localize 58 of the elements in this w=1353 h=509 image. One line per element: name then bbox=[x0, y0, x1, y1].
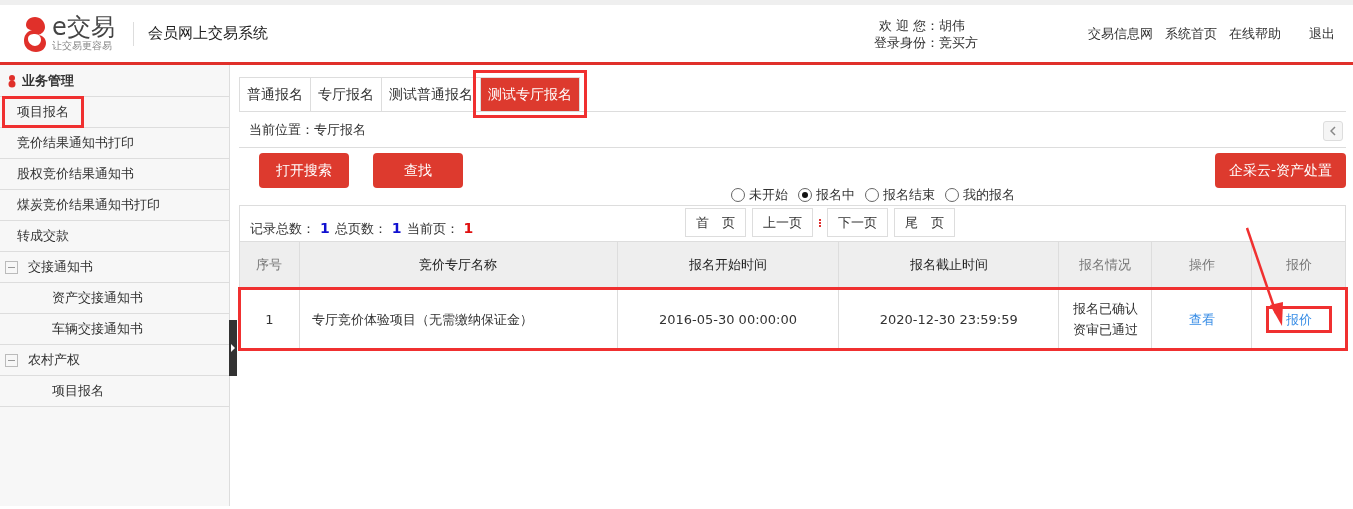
asset-disposal-button[interactable]: 企采云-资产处置 bbox=[1214, 153, 1346, 188]
sidebar-item[interactable]: 股权竞价结果通知书 bbox=[5, 161, 146, 187]
pager-button[interactable]: 上一页 bbox=[752, 208, 813, 237]
system-title: 会员网上交易系统 bbox=[147, 24, 268, 43]
nav-link[interactable]: 退出 bbox=[1309, 24, 1335, 43]
sidebar-toggle[interactable] bbox=[229, 320, 237, 376]
column-header: 报名情况 bbox=[1058, 242, 1152, 289]
nav-link[interactable]: 在线帮助 bbox=[1229, 24, 1281, 43]
stat-label: 总页数： bbox=[334, 220, 387, 238]
sidebar-item[interactable]: 资产交接通知书 bbox=[40, 285, 155, 311]
radio-icon[interactable] bbox=[944, 188, 959, 202]
sidebar-group[interactable]: 农村产权 bbox=[22, 347, 86, 373]
radio-icon[interactable] bbox=[730, 188, 745, 202]
radio-option[interactable]: 报名中 bbox=[797, 186, 855, 204]
nav-link[interactable]: 交易信息网 bbox=[1088, 24, 1153, 43]
collapse-icon[interactable] bbox=[5, 353, 18, 367]
sidebar-item[interactable]: 转成交款 bbox=[5, 223, 81, 249]
column-header: 报名截止时间 bbox=[838, 242, 1059, 289]
user-name: 胡伟 bbox=[939, 16, 966, 34]
pager-button[interactable]: 尾 页 bbox=[894, 208, 955, 237]
nav-link[interactable]: 系统首页 bbox=[1165, 24, 1217, 43]
stat-value: 1 bbox=[391, 220, 402, 238]
pager-button[interactable]: 下一页 bbox=[827, 208, 888, 237]
stat-value: 1 bbox=[320, 220, 330, 238]
stat-value: 1 bbox=[463, 220, 474, 238]
radio-option[interactable]: 报名结束 bbox=[864, 186, 935, 204]
logo-slogan: 让交易更容易 bbox=[52, 39, 113, 53]
column-header: 报价 bbox=[1251, 242, 1346, 289]
radio-icon[interactable] bbox=[797, 188, 812, 202]
tab[interactable]: 普通报名 bbox=[239, 77, 311, 111]
welcome-label: 欢 迎 您： bbox=[877, 16, 939, 34]
sidebar-item[interactable]: 项目报名 bbox=[40, 378, 116, 404]
table-row[interactable]: 1 专厅竞价体验项目（无需缴纳保证金） 2016-05-30 00:00:00 2020-12-30 23:59:59 报名已确认 资审已通过 查看 报价 bbox=[239, 289, 1346, 349]
logo-text: e交易 bbox=[52, 14, 115, 39]
radio-icon[interactable] bbox=[864, 188, 879, 202]
column-header: 竞价专厅名称 bbox=[299, 242, 618, 289]
stat-label: 记录总数： bbox=[250, 220, 315, 238]
column-header: 报名开始时间 bbox=[617, 242, 839, 289]
collapse-icon[interactable] bbox=[5, 260, 18, 274]
radio-option[interactable]: 我的报名 bbox=[944, 186, 1015, 204]
radio-option[interactable]: 未开始 bbox=[730, 186, 788, 204]
pager-button[interactable]: 首 页 bbox=[685, 208, 746, 237]
logo-icon bbox=[8, 73, 16, 88]
breadcrumb: 当前位置：专厅报名 bbox=[249, 120, 366, 139]
search-button[interactable]: 查找 bbox=[373, 153, 463, 188]
sidebar-item[interactable]: 煤炭竞价结果通知书打印 bbox=[5, 192, 172, 218]
sidebar-item[interactable]: 车辆交接通知书 bbox=[40, 316, 155, 342]
chevron-left-icon bbox=[1330, 126, 1336, 136]
sidebar-title: 业务管理 bbox=[22, 71, 74, 90]
sidebar-item[interactable]: 项目报名 bbox=[5, 99, 81, 125]
role-name: 竞买方 bbox=[939, 33, 978, 51]
sidebar-item[interactable]: 竞价结果通知书打印 bbox=[5, 130, 146, 156]
stat-label: 当前页： bbox=[406, 220, 459, 238]
column-header: 序号 bbox=[239, 242, 300, 289]
column-header: 操作 bbox=[1151, 242, 1252, 289]
sidebar-group[interactable]: 交接通知书 bbox=[22, 254, 99, 280]
open-search-button[interactable]: 打开搜索 bbox=[259, 153, 349, 188]
role-label: 登录身份： bbox=[874, 33, 939, 51]
